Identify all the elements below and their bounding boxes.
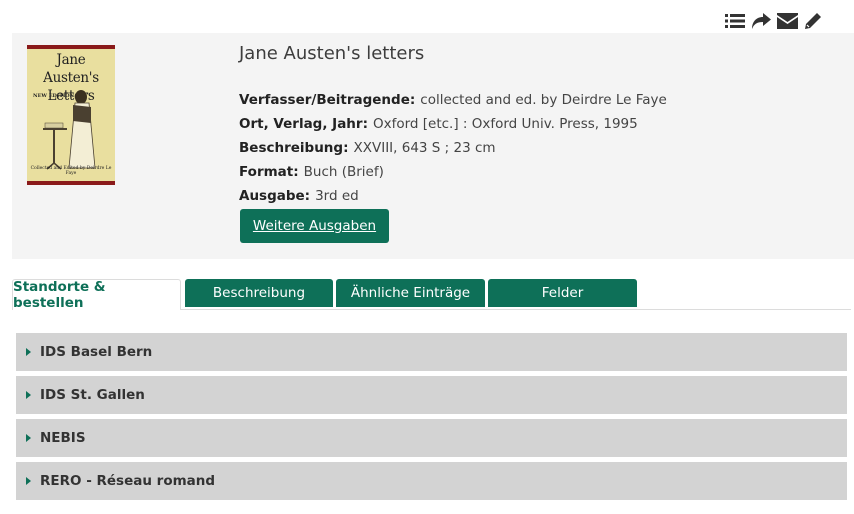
book-cover-image: Jane Austen's Letters NEW EDITION Collec… (27, 45, 115, 185)
location-item-ids-st-gallen[interactable]: IDS St. Gallen (16, 376, 847, 414)
list-icon[interactable] (724, 10, 746, 32)
email-icon[interactable] (776, 10, 798, 32)
tab-locations-order[interactable]: Standorte & bestellen (12, 279, 181, 311)
tab-similar-items[interactable]: Ähnliche Einträge (336, 279, 485, 307)
edit-icon[interactable] (802, 10, 824, 32)
record-toolbar (724, 10, 824, 32)
detail-label: Format: (239, 164, 299, 180)
location-name: NEBIS (40, 430, 86, 446)
detail-label: Verfasser/Beitragende: (239, 92, 416, 108)
caret-right-icon (26, 348, 31, 356)
cover-credit: Collected and Edited by Deirdre Le Faye (30, 166, 112, 176)
detail-value: Oxford [etc.] : Oxford Univ. Press, 1995 (372, 116, 638, 132)
detail-label: Ausgabe: (239, 188, 311, 204)
cover-title-line1: Jane Austen's (43, 52, 99, 86)
detail-label: Ort, Verlag, Jahr: (239, 116, 368, 132)
caret-right-icon (26, 434, 31, 442)
tab-description[interactable]: Beschreibung (185, 279, 333, 307)
location-name: RERO - Réseau romand (40, 473, 216, 489)
cover-portrait-illustration (43, 90, 96, 170)
detail-row-authors: Verfasser/Beitragende: collected and ed. … (239, 91, 667, 115)
location-item-nebis[interactable]: NEBIS (16, 419, 847, 457)
location-name: IDS Basel Bern (40, 344, 153, 360)
detail-value: XXVIII, 643 S ; 23 cm (353, 140, 496, 156)
record-tabs: Standorte & bestellen Beschreibung Ähnli… (12, 279, 851, 311)
detail-value[interactable]: collected and ed. by Deirdre Le Faye (420, 92, 667, 108)
location-item-ids-basel-bern[interactable]: IDS Basel Bern (16, 333, 847, 371)
location-item-rero[interactable]: RERO - Réseau romand (16, 462, 847, 500)
detail-row-edition: Ausgabe: 3rd ed (239, 187, 667, 211)
detail-row-description: Beschreibung: XXVIII, 643 S ; 23 cm (239, 139, 667, 163)
detail-row-format: Format: Buch (Brief) (239, 163, 667, 187)
detail-value: 3rd ed (315, 188, 359, 204)
record-panel: Jane Austen's Letters NEW EDITION Collec… (12, 33, 854, 259)
share-icon[interactable] (750, 10, 772, 32)
caret-right-icon (26, 391, 31, 399)
record-details: Verfasser/Beitragende: collected and ed. … (239, 91, 667, 211)
detail-value: Buch (Brief) (303, 164, 384, 180)
tab-fields[interactable]: Felder (488, 279, 637, 307)
location-name: IDS St. Gallen (40, 387, 145, 403)
detail-row-publication: Ort, Verlag, Jahr: Oxford [etc.] : Oxford… (239, 115, 667, 139)
detail-label: Beschreibung: (239, 140, 349, 156)
other-editions-button[interactable]: Weitere Ausgaben (240, 209, 389, 243)
record-title: Jane Austen's letters (239, 43, 425, 64)
caret-right-icon (26, 477, 31, 485)
